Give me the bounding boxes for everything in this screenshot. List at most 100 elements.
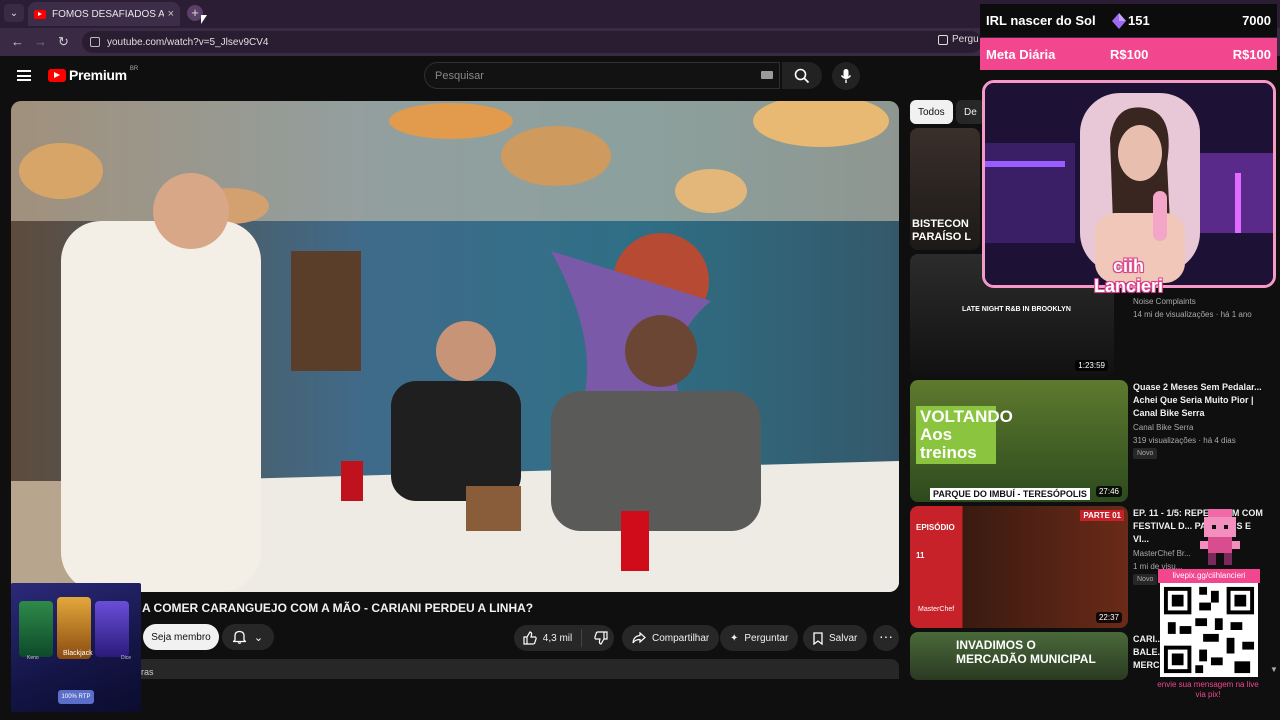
- webcam-image: [985, 83, 1273, 285]
- youtube-play-icon: [48, 68, 66, 82]
- chip-todos[interactable]: Todos: [910, 100, 953, 124]
- video-duration: 22:37: [1095, 612, 1122, 623]
- ad-left-label: Keno: [27, 655, 39, 661]
- logo-text: Premium: [69, 67, 127, 83]
- perguntar-chip-label: Pergu: [952, 34, 979, 45]
- stream-goal-bar: IRL nascer do Sol 151 7000: [980, 4, 1277, 37]
- sidebar-meta-2: 14 mi de visualizações · há 1 ano: [1133, 310, 1252, 319]
- browser-tab[interactable]: FOMOS DESAFIADOS A COMER ×: [28, 2, 180, 26]
- new-badge: Novo: [1133, 574, 1158, 585]
- sidebar-thumb-5[interactable]: INVADIMOS O MERCADÃO MUNICIPAL: [910, 632, 1128, 680]
- goal-target: 7000: [1242, 13, 1271, 28]
- gemini-icon: [938, 34, 948, 45]
- share-button[interactable]: Compartilhar: [622, 625, 720, 651]
- menu-icon[interactable]: [17, 70, 31, 81]
- gem-icon: [1112, 13, 1126, 29]
- like-button[interactable]: 4,3 mil: [514, 629, 582, 647]
- video-duration: 1:23:59: [1075, 360, 1108, 371]
- chevron-down-icon: ⌄: [253, 631, 264, 644]
- keyboard-icon[interactable]: [761, 71, 773, 79]
- bell-icon: [232, 630, 246, 644]
- thumbs-up-icon: [523, 631, 537, 645]
- ad-rtp-badge: 100% RTP: [58, 690, 94, 704]
- ad-game-label: Blackjack: [63, 650, 93, 657]
- sidebar-title-5[interactable]: CARI... BALE... MERC...: [1133, 633, 1167, 672]
- save-label: Salvar: [829, 632, 858, 644]
- new-badge: Novo: [1133, 448, 1158, 459]
- qr-code-icon: [1160, 583, 1258, 677]
- chip-de[interactable]: De: [956, 100, 985, 124]
- tab-title: FOMOS DESAFIADOS A COMER: [52, 8, 164, 20]
- site-info-icon[interactable]: [90, 37, 100, 47]
- description-box[interactable]: ras: [11, 659, 899, 679]
- save-button[interactable]: Salvar: [803, 625, 868, 651]
- sidebar-channel-3[interactable]: Canal Bike Serra: [1133, 423, 1193, 432]
- youtube-premium-logo[interactable]: Premium BR: [48, 66, 139, 83]
- pix-url: livepix.gg/ciihlancieri: [1158, 569, 1260, 583]
- search-button[interactable]: [782, 62, 822, 89]
- thumb-text-4: EPISÓDIO 11: [916, 523, 955, 560]
- thumb-subtext-3: PARQUE DO IMBUÍ - TERESÓPOLIS: [930, 488, 1090, 500]
- search-placeholder: Pesquisar: [435, 69, 484, 82]
- microphone-icon: [840, 69, 852, 83]
- reload-icon[interactable]: ↻: [58, 34, 69, 50]
- ask-label: Perguntar: [744, 632, 789, 644]
- back-arrow-icon[interactable]: ←: [11, 34, 24, 49]
- sidebar-channel-2[interactable]: Noise Complaints: [1133, 297, 1196, 306]
- streamer-name-line1: ciih: [1113, 256, 1145, 276]
- address-bar[interactable]: youtube.com/watch?v=5_Jlsev9CV4: [82, 31, 982, 53]
- perguntar-chip[interactable]: Pergu: [938, 34, 979, 45]
- youtube-header: Premium BR Pesquisar: [0, 56, 980, 96]
- pix-note: envie sua mensagem na live via pix!: [1157, 680, 1259, 699]
- daily-goal-target: R$100: [1232, 46, 1271, 62]
- ad-card-keno: [19, 601, 53, 657]
- logo-country: BR: [129, 66, 139, 72]
- sidebar-thumb-4[interactable]: EPISÓDIO 11 PARTE 01 MasterChef 22:37: [910, 506, 1128, 628]
- ad-card-dice: [95, 601, 129, 657]
- join-member-button[interactable]: Seja membro: [143, 624, 219, 650]
- mouse-cursor-icon: [201, 15, 207, 24]
- video-frame-image: [11, 101, 899, 592]
- sidebar-thumb-1[interactable]: BISTECON PARAÍSO L: [910, 128, 980, 250]
- voice-search-button[interactable]: [832, 62, 860, 90]
- share-icon: [632, 632, 646, 644]
- pix-qr-code: [1160, 583, 1258, 677]
- forward-arrow-icon[interactable]: →: [34, 34, 47, 49]
- thumbs-down-icon: [594, 631, 608, 645]
- goal-name: IRL nascer do Sol: [986, 13, 1096, 28]
- stream-overlay-ad: Blackjack Keno Dice 100% RTP: [11, 583, 141, 712]
- sidebar-thumb-3[interactable]: VOLTANDO Aos treinos PARQUE DO IMBUÍ - T…: [910, 380, 1128, 502]
- ask-button[interactable]: ✦ Perguntar: [720, 625, 799, 651]
- description-text: ras: [141, 667, 154, 677]
- more-actions-button[interactable]: ···: [873, 625, 899, 651]
- streamer-name-logo: ciih Lancieri: [1094, 256, 1163, 296]
- bookmark-icon: [813, 631, 823, 645]
- tab-close-button[interactable]: ×: [168, 8, 174, 20]
- thumb-text-2: LATE NIGHT R&B IN BROOKLYN: [962, 306, 1071, 313]
- goal-count: 151: [1128, 13, 1150, 28]
- tab-search-menu[interactable]: ⌄: [4, 4, 24, 22]
- url-text: youtube.com/watch?v=5_Jlsev9CV4: [107, 36, 269, 48]
- search-input[interactable]: Pesquisar: [424, 62, 780, 89]
- thumb-text-3: VOLTANDO Aos treinos: [916, 406, 1013, 464]
- dislike-button[interactable]: [588, 631, 614, 645]
- daily-goal-bar: Meta Diária R$100 R$100: [980, 38, 1277, 70]
- pixel-character-icon: [1200, 509, 1240, 565]
- video-player[interactable]: [11, 101, 899, 592]
- thumb-text-1: BISTECON PARAÍSO L: [912, 218, 972, 243]
- video-duration: 27:46: [1095, 486, 1122, 497]
- sparkle-icon: ✦: [730, 632, 739, 644]
- streamer-name-line2: Lancieri: [1094, 276, 1164, 296]
- like-count: 4,3 mil: [542, 632, 573, 644]
- scroll-down-icon[interactable]: ▼: [1270, 665, 1278, 674]
- thumb-brand-4: MasterChef: [918, 606, 955, 613]
- thumb-subtext-4: PARTE 01: [1080, 510, 1124, 521]
- sidebar-channel-4[interactable]: MasterChef Br...: [1133, 549, 1191, 558]
- sidebar-meta-3: 319 visualizações · há 4 dias: [1133, 436, 1236, 445]
- share-label: Compartilhar: [652, 632, 710, 644]
- sidebar-title-3[interactable]: Quase 2 Meses Sem Pedalar... Achei Que S…: [1133, 381, 1263, 420]
- thumb-text-5: INVADIMOS O MERCADÃO MUNICIPAL: [956, 638, 1096, 666]
- notification-button[interactable]: ⌄: [222, 624, 274, 650]
- daily-goal-current: R$100: [1110, 46, 1149, 62]
- daily-goal-name: Meta Diária: [986, 46, 1056, 62]
